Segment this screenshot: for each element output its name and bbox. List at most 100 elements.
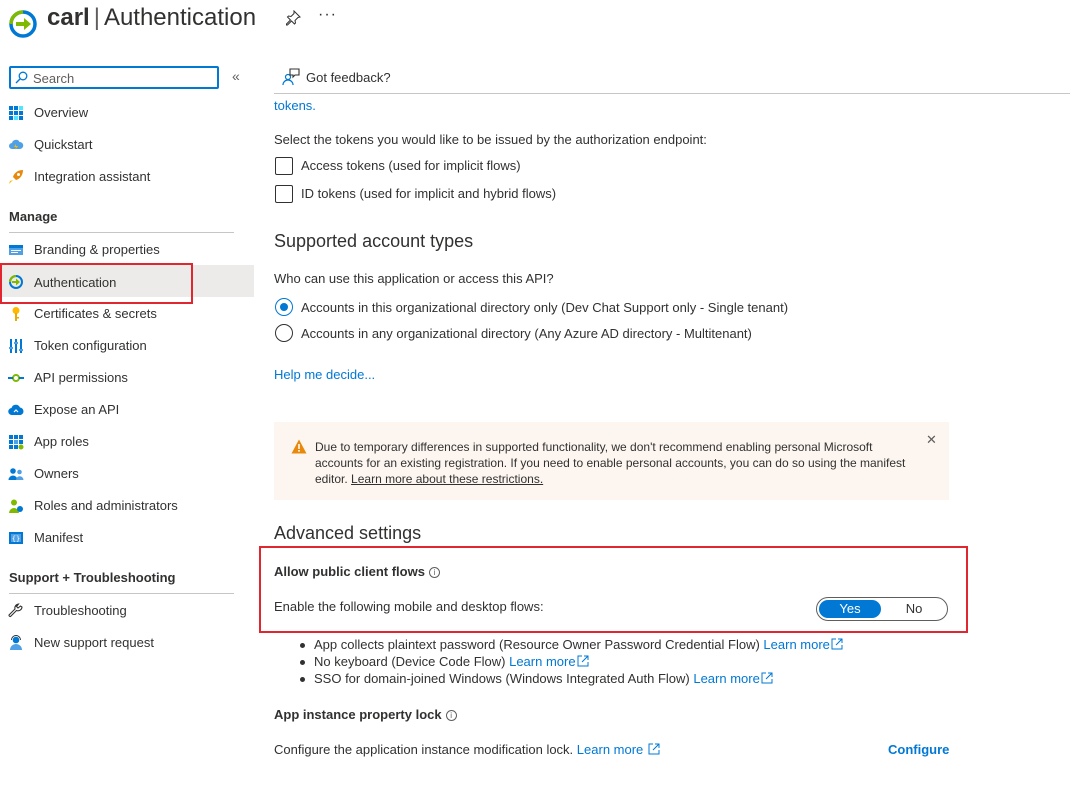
sidebar-item-branding[interactable]: Branding & properties: [0, 236, 254, 264]
page-header: carl | Authentication ···: [0, 0, 1070, 52]
sidebar-item-authentication[interactable]: Authentication: [0, 265, 254, 297]
multi-tenant-label: Accounts in any organizational directory…: [301, 326, 752, 341]
tokens-prompt: Select the tokens you would like to be i…: [274, 132, 707, 147]
sidebar-item-label: Certificates & secrets: [34, 306, 157, 321]
warning-message: Due to temporary differences in supporte…: [315, 440, 906, 486]
owners-icon: [8, 468, 24, 480]
app-roles-grid-icon: [9, 435, 24, 450]
sidebar-item-token-configuration[interactable]: Token configuration: [0, 332, 254, 360]
rocket-icon: [9, 170, 23, 184]
list-item: App collects plaintext password (Resourc…: [298, 637, 843, 654]
cloud-lightning-icon: [9, 139, 24, 150]
more-options-button[interactable]: ···: [318, 6, 337, 24]
sidebar-item-troubleshooting[interactable]: Troubleshooting: [0, 597, 254, 625]
feedback-person-icon: [282, 68, 300, 86]
authentication-icon: [9, 10, 37, 38]
search-icon: [15, 71, 28, 84]
roles-admins-icon: [9, 499, 23, 513]
sidebar-item-label: Expose an API: [34, 402, 120, 417]
tokens-link[interactable]: tokens.: [274, 98, 316, 113]
sidebar-item-label: Branding & properties: [34, 242, 160, 257]
learn-more-link[interactable]: Learn more: [693, 671, 773, 686]
who-can-use-prompt: Who can use this application or access t…: [274, 271, 554, 286]
instance-lock-description: Configure the application instance modif…: [274, 742, 660, 757]
overview-grid-icon: [9, 106, 23, 120]
sidebar-item-app-roles[interactable]: App roles: [0, 428, 254, 456]
advanced-settings-heading: Advanced settings: [274, 523, 422, 543]
learn-more-link[interactable]: Learn more: [577, 742, 660, 757]
configure-button[interactable]: Configure: [888, 742, 949, 757]
single-tenant-label: Accounts in this organizational director…: [301, 300, 789, 315]
external-link-icon: [577, 655, 589, 667]
sidebar-item-overview[interactable]: Overview: [0, 99, 254, 127]
sidebar-item-owners[interactable]: Owners: [0, 460, 254, 488]
sidebar-item-label: Quickstart: [34, 137, 93, 152]
toggle-no-option[interactable]: No: [883, 600, 945, 618]
search-box[interactable]: [9, 66, 219, 89]
close-icon[interactable]: ✕: [926, 432, 937, 448]
single-tenant-radio[interactable]: [275, 298, 293, 316]
sidebar-item-manifest[interactable]: {} Manifest: [0, 524, 254, 552]
cloud-icon: [8, 404, 24, 416]
warning-icon: [291, 439, 307, 454]
search-input[interactable]: [33, 69, 213, 87]
sidebar-item-label: Roles and administrators: [34, 498, 178, 513]
help-me-decide-link[interactable]: Help me decide...: [274, 367, 375, 382]
svg-text:{}: {}: [12, 535, 20, 543]
external-link-icon: [648, 743, 660, 755]
sidebar-item-new-support-request[interactable]: New support request: [0, 629, 254, 657]
command-bar: Got feedback?: [274, 62, 1070, 94]
wrench-icon: [8, 603, 23, 618]
learn-more-link[interactable]: Learn more: [509, 654, 589, 669]
sidebar-item-roles-administrators[interactable]: Roles and administrators: [0, 492, 254, 520]
sidebar-item-label: Integration assistant: [34, 169, 151, 184]
app-instance-lock-label: App instance property lock i: [274, 707, 457, 722]
allow-public-client-flows-label: Allow public client flows i: [274, 564, 440, 579]
sidebar-item-label: Overview: [34, 105, 89, 120]
feedback-label: Got feedback?: [306, 70, 391, 85]
sidebar-item-label: Troubleshooting: [34, 603, 127, 618]
sidebar-item-label: Token configuration: [34, 338, 147, 353]
sidebar-item-label: API permissions: [34, 370, 128, 385]
list-item: SSO for domain-joined Windows (Windows I…: [298, 671, 843, 688]
manage-heading: Manage: [9, 209, 58, 224]
api-permissions-icon: [8, 374, 24, 382]
manifest-icon: {}: [9, 532, 23, 544]
collapse-sidebar-button[interactable]: «: [232, 68, 240, 84]
sidebar-item-label: Manifest: [34, 530, 84, 545]
warning-banner: Due to temporary differences in supporte…: [274, 422, 949, 500]
id-tokens-label: ID tokens (used for implicit and hybrid …: [301, 186, 557, 201]
sidebar-item-expose-api[interactable]: Expose an API: [0, 396, 254, 424]
pin-icon[interactable]: [285, 10, 301, 26]
learn-more-link[interactable]: Learn more: [763, 637, 843, 652]
supported-account-types-heading: Supported account types: [274, 231, 474, 251]
sidebar-item-api-permissions[interactable]: API permissions: [0, 364, 254, 392]
info-icon[interactable]: i: [428, 567, 440, 578]
support-person-icon: [10, 635, 22, 650]
access-tokens-label: Access tokens (used for implicit flows): [301, 158, 521, 173]
external-link-icon: [831, 638, 843, 650]
sidebar-item-label: New support request: [34, 635, 154, 650]
branding-icon: [9, 245, 23, 255]
access-tokens-checkbox[interactable]: [275, 157, 293, 175]
enable-flows-text: Enable the following mobile and desktop …: [274, 599, 544, 614]
multi-tenant-radio[interactable]: [275, 324, 293, 342]
flows-list: App collects plaintext password (Resourc…: [298, 637, 843, 688]
sidebar-item-integration-assistant[interactable]: Integration assistant: [0, 163, 254, 191]
authentication-icon: [9, 275, 23, 289]
info-icon[interactable]: i: [445, 710, 457, 721]
external-link-icon: [761, 672, 773, 684]
learn-more-restrictions-link[interactable]: Learn more about these restrictions.: [351, 472, 543, 486]
sidebar-item-certificates[interactable]: Certificates & secrets: [0, 300, 254, 328]
support-heading: Support + Troubleshooting: [9, 570, 176, 585]
sidebar-item-label: App roles: [34, 434, 89, 449]
support-divider: [9, 593, 234, 594]
manage-divider: [9, 232, 234, 233]
key-icon: [12, 307, 20, 321]
toggle-yes-option[interactable]: Yes: [819, 600, 881, 618]
sidebar-item-quickstart[interactable]: Quickstart: [0, 131, 254, 159]
sidebar-item-label: Owners: [34, 466, 79, 481]
public-client-flows-toggle[interactable]: Yes No: [816, 597, 948, 621]
page-title: carl | Authentication: [47, 4, 257, 31]
id-tokens-checkbox[interactable]: [275, 185, 293, 203]
